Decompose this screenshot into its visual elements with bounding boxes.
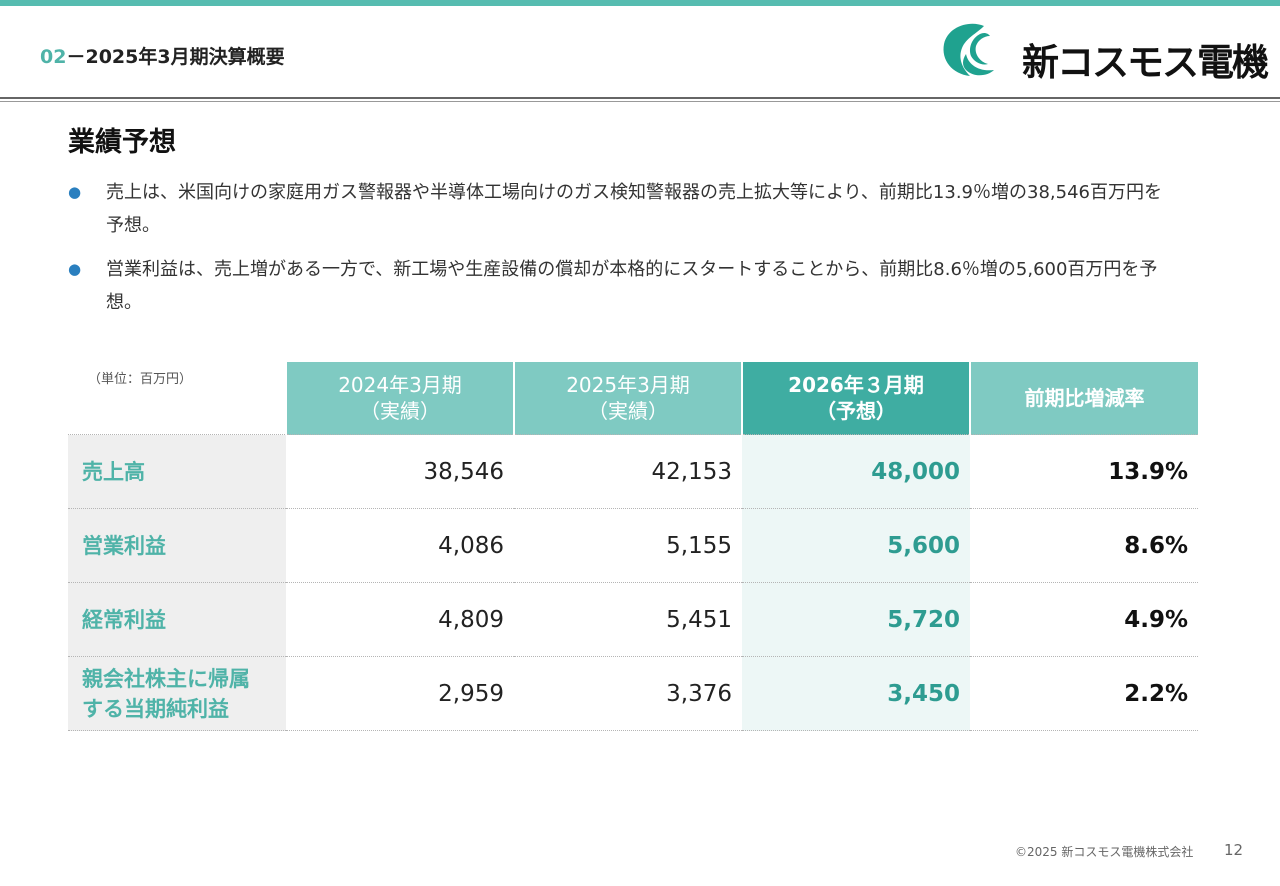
table-header-row: 2024年3月期 （実績） 2025年3月期 （実績） 2026年３月期 （予想） 前… <box>68 362 1198 435</box>
copyright: ©2025 新コスモス電機株式会社 <box>1015 845 1194 859</box>
forecast-table: 2024年3月期 （実績） 2025年3月期 （実績） 2026年３月期 （予想） 前… <box>68 362 1198 731</box>
header-fy2024: 2024年3月期 （実績） <box>285 362 514 435</box>
row-label: 営業利益 <box>68 508 286 583</box>
header-fy2025: 2025年3月期 （実績） <box>513 362 742 435</box>
fy2024-value: 38,546 <box>286 434 514 509</box>
company-logo: 新コスモス電機 <box>940 20 1269 84</box>
fy2026-forecast-value: 3,450 <box>742 656 970 731</box>
yoy-rate-value: 4.9% <box>970 582 1198 657</box>
bullet-list: ● 売上は、米国向けの家庭用ガス警報器や半導体工場向けのガス検知警報器の売上拡大… <box>68 176 1178 330</box>
bullet-item: ● 営業利益は、売上増がある一方で、新工場や生産設備の償却が本格的にスタートする… <box>68 253 1178 319</box>
fy2024-value: 4,086 <box>286 508 514 583</box>
fy2026-forecast-value: 5,600 <box>742 508 970 583</box>
table-row: 経常利益 4,809 5,451 5,720 4.9% <box>68 582 1198 657</box>
yoy-rate-value: 13.9% <box>970 434 1198 509</box>
section-number: 02 <box>40 46 67 68</box>
fy2025-value: 5,155 <box>514 508 742 583</box>
logo-mark-icon <box>943 23 994 76</box>
yoy-rate-value: 2.2% <box>970 656 1198 731</box>
bullet-dot-icon: ● <box>68 183 82 201</box>
fy2025-value: 42,153 <box>514 434 742 509</box>
fy2025-value: 5,451 <box>514 582 742 657</box>
row-label: 売上高 <box>68 434 286 509</box>
bullet-item: ● 売上は、米国向けの家庭用ガス警報器や半導体工場向けのガス検知警報器の売上拡大… <box>68 176 1178 242</box>
bullet-text: 売上は、米国向けの家庭用ガス警報器や半導体工場向けのガス検知警報器の売上拡大等に… <box>106 182 1162 236</box>
fy2026-forecast-value: 5,720 <box>742 582 970 657</box>
fy2025-value: 3,376 <box>514 656 742 731</box>
table-row: 営業利益 4,086 5,155 5,600 8.6% <box>68 508 1198 583</box>
section-separator: － <box>66 46 86 68</box>
table-row: 売上高 38,546 42,153 48,000 13.9% <box>68 434 1198 509</box>
page-title: 業績予想 <box>68 127 176 158</box>
bullet-dot-icon: ● <box>68 260 82 278</box>
yoy-rate-value: 8.6% <box>970 508 1198 583</box>
header-yoy-rate: 前期比増減率 <box>969 362 1198 435</box>
row-label: 親会社株主に帰属 する当期純利益 <box>68 656 286 731</box>
page-number: 12 <box>1224 841 1244 859</box>
section-title: 2025年3月期決算概要 <box>85 46 285 68</box>
fy2026-forecast-value: 48,000 <box>742 434 970 509</box>
header-blank-cell <box>68 362 286 435</box>
header-fy2026-forecast: 2026年３月期 （予想） <box>741 362 970 435</box>
bullet-text: 営業利益は、売上増がある一方で、新工場や生産設備の償却が本格的にスタートすること… <box>106 259 1158 313</box>
table-row: 親会社株主に帰属 する当期純利益 2,959 3,376 3,450 2.2% <box>68 656 1198 731</box>
fy2024-value: 4,809 <box>286 582 514 657</box>
top-accent-bar <box>0 0 1280 6</box>
header-divider <box>0 97 1280 102</box>
logo-text: 新コスモス電機 <box>1022 41 1269 84</box>
section-heading: 02－2025年3月期決算概要 <box>40 42 285 69</box>
fy2024-value: 2,959 <box>286 656 514 731</box>
row-label: 経常利益 <box>68 582 286 657</box>
